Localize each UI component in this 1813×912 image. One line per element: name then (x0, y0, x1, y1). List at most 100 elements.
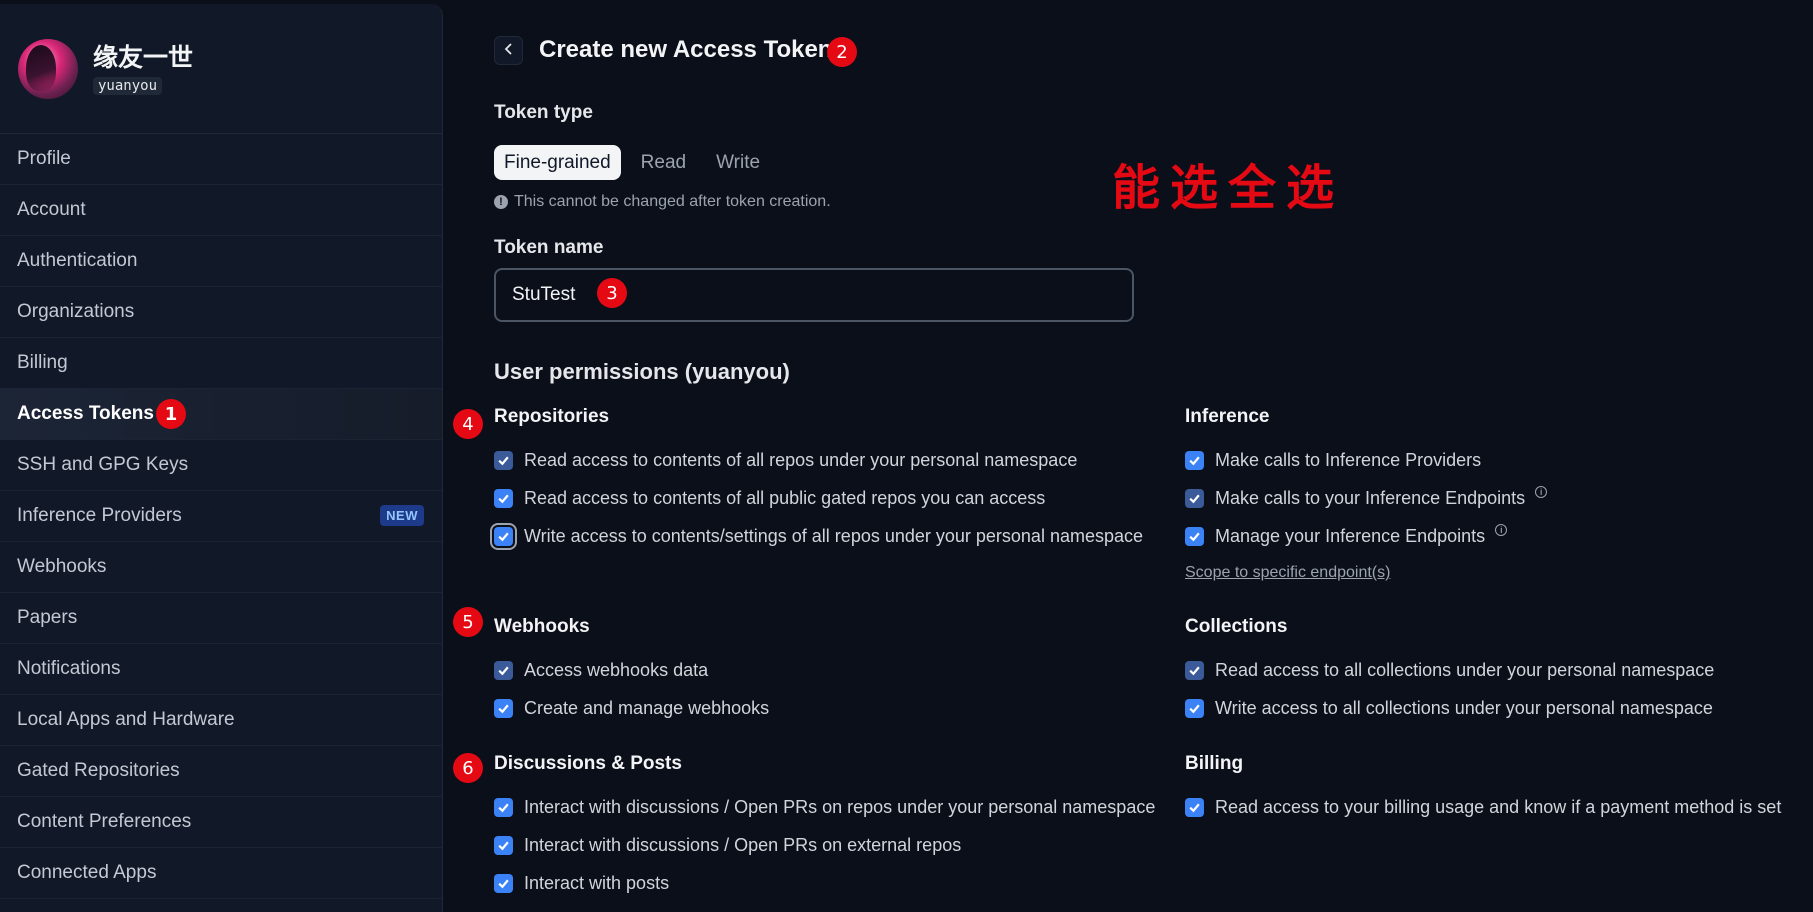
profile-header: 缘友一世 yuanyou (0, 4, 442, 134)
chevron-left-icon (504, 42, 514, 60)
sidebar-item-label: Authentication (17, 250, 138, 271)
checkbox-checked[interactable] (1185, 526, 1204, 546)
sidebar-item-notifications[interactable]: Notifications (0, 644, 442, 695)
sidebar-item-inference-providers[interactable]: Inference Providers NEW (0, 491, 442, 542)
perm-label: Interact with discussions / Open PRs on … (524, 834, 962, 855)
sidebar-item-label: Connected Apps (17, 862, 157, 883)
sidebar-item-gated-repositories[interactable]: Gated Repositories (0, 746, 442, 797)
sidebar-item-access-tokens[interactable]: Access Tokens 1 (0, 389, 442, 440)
token-name-value: StuTest (512, 284, 576, 305)
perm-repo-read-gated[interactable]: Read access to contents of all public ga… (494, 484, 1045, 512)
token-type-hint: ! This cannot be changed after token cre… (494, 193, 831, 211)
perm-label: Manage your Inference Endpoints (1215, 525, 1486, 546)
scope-endpoints-link[interactable]: Scope to specific endpoint(s) (1185, 564, 1390, 582)
page: 缘友一世 yuanyou Profile Account Authenticat… (0, 0, 1813, 912)
sidebar-nav: Profile Account Authentication Organizat… (0, 134, 442, 899)
perm-label: Read access to contents of all public ga… (524, 487, 1046, 508)
perm-billing-read[interactable]: Read access to your billing usage and kn… (1185, 793, 1781, 821)
profile-username: yuanyou (93, 76, 163, 95)
inference-title: Inference (1185, 406, 1270, 427)
perm-label: Interact with posts (524, 872, 670, 893)
perm-webhooks-access[interactable]: Access webhooks data (494, 656, 708, 684)
sidebar-item-content-preferences[interactable]: Content Preferences (0, 797, 442, 848)
perm-label: Make calls to Inference Providers (1215, 449, 1482, 470)
sidebar-item-organizations[interactable]: Organizations (0, 287, 442, 338)
sidebar-item-label: SSH and GPG Keys (17, 454, 189, 475)
step-marker-5: 5 (453, 607, 483, 637)
sidebar-item-label: Local Apps and Hardware (17, 709, 235, 730)
sidebar-item-webhooks[interactable]: Webhooks (0, 542, 442, 593)
checkbox-checked[interactable] (494, 488, 513, 508)
sidebar-item-billing[interactable]: Billing (0, 338, 442, 389)
sidebar-item-label: Account (17, 199, 86, 220)
perm-label: Read access to contents of all repos und… (524, 449, 1078, 470)
step-marker-1: 1 (156, 399, 186, 429)
token-type-fine-grained[interactable]: Fine-grained (494, 145, 621, 180)
sidebar-item-label: Notifications (17, 658, 121, 679)
perm-label: Read access to your billing usage and kn… (1215, 796, 1782, 817)
perm-collections-read[interactable]: Read access to all collections under you… (1185, 656, 1714, 684)
sidebar-item-label: Webhooks (17, 556, 107, 577)
perm-label: Make calls to your Inference Endpoints (1215, 487, 1526, 508)
sidebar-item-label: Content Preferences (17, 811, 192, 832)
sidebar-item-label: Access Tokens (17, 403, 154, 424)
back-button[interactable] (494, 36, 523, 65)
checkbox-checked[interactable] (494, 698, 513, 718)
perm-collections-write[interactable]: Write access to all collections under yo… (1185, 694, 1713, 722)
perm-posts[interactable]: Interact with posts (494, 869, 669, 897)
perm-repo-read-personal[interactable]: Read access to contents of all repos und… (494, 446, 1077, 474)
sidebar-item-label: Inference Providers (17, 505, 182, 526)
sidebar-item-local-apps[interactable]: Local Apps and Hardware (0, 695, 442, 746)
info-icon[interactable]: i (1495, 524, 1508, 536)
sidebar-item-connected-apps[interactable]: Connected Apps (0, 848, 442, 899)
sidebar-item-papers[interactable]: Papers (0, 593, 442, 644)
perm-label: Read access to all collections under you… (1215, 659, 1715, 680)
checkbox-checked[interactable] (1185, 797, 1204, 817)
token-type-hint-text: This cannot be changed after token creat… (514, 193, 831, 210)
checkbox-checked[interactable] (494, 450, 513, 470)
sidebar-item-authentication[interactable]: Authentication (0, 236, 442, 287)
sidebar-item-ssh-gpg-keys[interactable]: SSH and GPG Keys (0, 440, 442, 491)
perm-webhooks-manage[interactable]: Create and manage webhooks (494, 694, 769, 722)
perm-label: Interact with discussions / Open PRs on … (524, 796, 1156, 817)
sidebar-item-account[interactable]: Account (0, 185, 442, 236)
token-type-label: Token type (494, 102, 593, 123)
perm-inference-endpoints-manage[interactable]: Manage your Inference Endpoints i (1185, 522, 1508, 550)
perm-label: Create and manage webhooks (524, 697, 770, 718)
step-marker-3: 3 (597, 278, 627, 308)
checkbox-checked[interactable] (494, 797, 513, 817)
page-title: Create new Access Token (539, 36, 833, 63)
checkbox-checked[interactable] (494, 660, 513, 680)
repositories-title: Repositories (494, 406, 610, 427)
token-name-input[interactable]: StuTest (494, 268, 1134, 322)
step-marker-6: 6 (453, 753, 483, 783)
sidebar-item-label: Gated Repositories (17, 760, 180, 781)
checkbox-checked[interactable] (1185, 488, 1204, 508)
perm-label: Write access to contents/settings of all… (524, 525, 1143, 546)
perm-inference-providers[interactable]: Make calls to Inference Providers (1185, 446, 1481, 474)
checkbox-checked[interactable] (494, 835, 513, 855)
sidebar-item-label: Billing (17, 352, 68, 373)
perm-discussions-personal[interactable]: Interact with discussions / Open PRs on … (494, 793, 1155, 821)
user-permissions-title: User permissions (yuanyou) (494, 359, 790, 384)
perm-inference-endpoints-calls[interactable]: Make calls to your Inference Endpoints i (1185, 484, 1548, 512)
perm-repo-write-personal[interactable]: Write access to contents/settings of all… (494, 522, 1143, 550)
checkbox-checked[interactable] (1185, 660, 1204, 680)
step-marker-2: 2 (827, 37, 857, 67)
checkbox-checked[interactable] (494, 526, 513, 546)
token-type-write[interactable]: Write (706, 145, 770, 180)
sidebar-item-label: Profile (17, 148, 71, 169)
info-icon[interactable]: i (1535, 486, 1548, 498)
billing-title: Billing (1185, 753, 1244, 774)
avatar[interactable] (18, 38, 78, 99)
webhooks-title: Webhooks (494, 616, 590, 637)
token-type-read[interactable]: Read (631, 145, 696, 180)
profile-names: 缘友一世 yuanyou (93, 43, 193, 95)
checkbox-checked[interactable] (1185, 450, 1204, 470)
token-type-selector: Fine-grained Read Write (494, 145, 780, 180)
checkbox-checked[interactable] (494, 873, 513, 893)
sidebar-item-profile[interactable]: Profile (0, 134, 442, 185)
checkbox-checked[interactable] (1185, 698, 1204, 718)
collections-title: Collections (1185, 616, 1288, 637)
perm-discussions-external[interactable]: Interact with discussions / Open PRs on … (494, 831, 961, 859)
